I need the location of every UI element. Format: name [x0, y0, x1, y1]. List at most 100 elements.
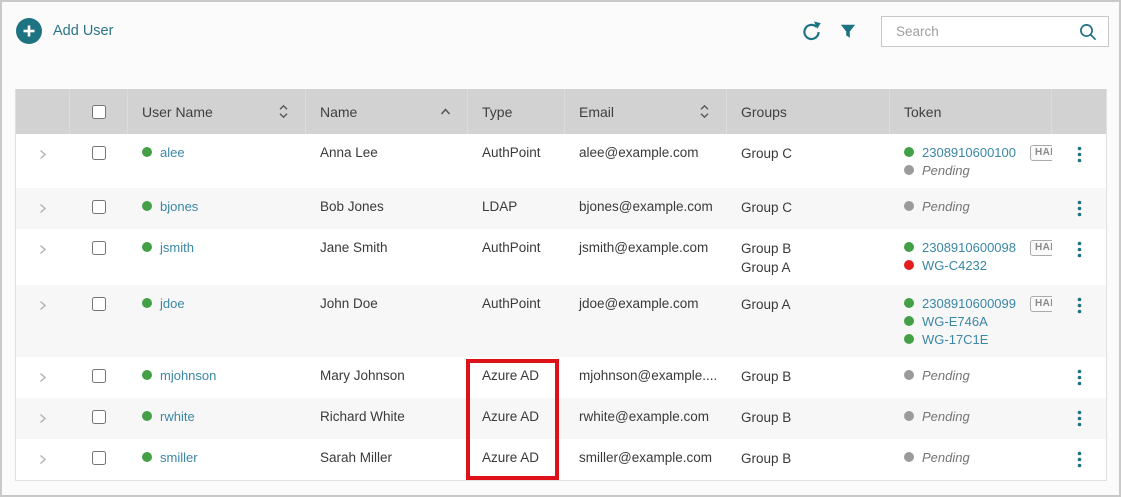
sort-icon[interactable] [278, 104, 289, 119]
expand-row-button[interactable] [37, 297, 49, 316]
row-menu-button[interactable] [1075, 200, 1084, 220]
expand-cell [16, 398, 70, 439]
users-table: User Name Name Type Email Groups Token alee An… [15, 89, 1107, 481]
email-cell: jdoe@example.com [565, 285, 727, 357]
username-link[interactable]: smiller [160, 449, 198, 466]
token-status-dot [904, 260, 914, 270]
column-header-actions [1052, 89, 1106, 134]
token-link[interactable]: WG-17C1E [922, 331, 988, 348]
expand-row-button[interactable] [37, 146, 49, 165]
row-menu-button[interactable] [1075, 410, 1084, 430]
row-checkbox[interactable] [92, 451, 106, 465]
user-status-dot [142, 147, 152, 157]
group-name: Group B [741, 451, 792, 466]
name-text: Richard White [320, 409, 405, 424]
expand-cell [16, 285, 70, 357]
email-cell: smiller@example.com [565, 439, 727, 480]
select-cell [70, 229, 128, 285]
user-management-screen: Add User Search User Name Name Type Emai… [0, 0, 1121, 497]
expand-cell [16, 229, 70, 285]
expand-row-button[interactable] [37, 200, 49, 219]
sort-icon[interactable] [699, 104, 710, 119]
token-link[interactable]: 2308910600100 [922, 144, 1016, 161]
toolbar-right [798, 15, 1109, 48]
expand-cell [16, 439, 70, 480]
token-link[interactable]: WG-C4232 [922, 257, 987, 274]
username-link[interactable]: jdoe [160, 295, 185, 312]
row-checkbox[interactable] [92, 297, 106, 311]
email-text: alee@example.com [579, 145, 699, 160]
expand-row-button[interactable] [37, 451, 49, 470]
refresh-button[interactable] [798, 18, 825, 45]
token-line: 2308910600098 HARD [904, 239, 1052, 256]
expand-row-button[interactable] [37, 410, 49, 429]
token-status-dot [904, 411, 914, 421]
token-status-dot [904, 242, 914, 252]
username-link[interactable]: bjones [160, 198, 198, 215]
token-status-dot [904, 201, 914, 211]
column-header-label: Email [579, 103, 615, 120]
type-text: AuthPoint [482, 145, 541, 160]
row-checkbox[interactable] [92, 410, 106, 424]
token-line: Pending [904, 162, 1052, 179]
username-cell: jdoe [128, 285, 306, 357]
row-menu-button[interactable] [1075, 451, 1084, 471]
name-cell: Bob Jones [306, 188, 468, 229]
username-wrap: smiller [142, 449, 306, 466]
groups-cell: Group B Group A [727, 229, 890, 285]
token-pending-text: Pending [922, 199, 970, 214]
select-cell [70, 398, 128, 439]
type-cell: Azure AD [466, 357, 565, 398]
username-cell: jsmith [128, 229, 306, 285]
token-status-dot [904, 316, 914, 326]
token-link[interactable]: 2308910600099 [922, 295, 1016, 312]
select-cell [70, 134, 128, 188]
search-icon[interactable] [1077, 21, 1099, 48]
token-link[interactable]: 2308910600098 [922, 239, 1016, 256]
actions-cell [1052, 398, 1106, 439]
expand-row-button[interactable] [37, 241, 49, 260]
name-text: Bob Jones [320, 199, 384, 214]
refresh-icon [800, 20, 823, 43]
row-checkbox[interactable] [92, 241, 106, 255]
user-status-dot [142, 242, 152, 252]
expand-row-button[interactable] [37, 369, 49, 388]
search-input[interactable] [882, 16, 1108, 46]
token-cell: Pending [890, 439, 1052, 480]
username-link[interactable]: mjohnson [160, 367, 216, 384]
name-text: John Doe [320, 296, 378, 311]
username-link[interactable]: rwhite [160, 408, 195, 425]
email-text: jdoe@example.com [579, 296, 699, 311]
token-cell: Pending [890, 188, 1052, 229]
select-cell [70, 285, 128, 357]
username-cell: smiller [128, 439, 306, 480]
name-text: Anna Lee [320, 145, 378, 160]
table-row: jsmith Jane Smith AuthPoint jsmith@example.… [16, 229, 1106, 285]
filter-button[interactable] [837, 20, 859, 42]
username-link[interactable]: jsmith [160, 239, 194, 256]
column-header-label: Type [482, 103, 513, 120]
filter-icon [839, 22, 857, 40]
select-all-checkbox[interactable] [91, 104, 106, 119]
add-user-button[interactable]: Add User [16, 18, 113, 44]
email-text: bjones@example.com [579, 199, 713, 214]
sort-ascending-icon[interactable] [440, 107, 451, 116]
hardware-token-badge: HARD [1030, 296, 1052, 312]
row-menu-button[interactable] [1075, 297, 1084, 317]
select-cell [70, 439, 128, 480]
row-menu-button[interactable] [1075, 241, 1084, 261]
column-header-label: Name [320, 103, 358, 120]
select-cell [70, 357, 128, 398]
row-checkbox[interactable] [92, 146, 106, 160]
row-menu-button[interactable] [1075, 369, 1084, 389]
username-wrap: jsmith [142, 239, 306, 256]
row-checkbox[interactable] [92, 200, 106, 214]
token-line: WG-17C1E [904, 331, 1052, 348]
username-link[interactable]: alee [160, 144, 185, 161]
groups-cell: Group B [727, 357, 890, 398]
table-row: jdoe John Doe AuthPoint jdoe@example.com Gro… [16, 285, 1106, 357]
row-checkbox[interactable] [92, 369, 106, 383]
token-link[interactable]: WG-E746A [922, 313, 988, 330]
row-menu-button[interactable] [1075, 146, 1084, 166]
token-cell: 2308910600098 HARD WG-C4232 [890, 229, 1052, 285]
